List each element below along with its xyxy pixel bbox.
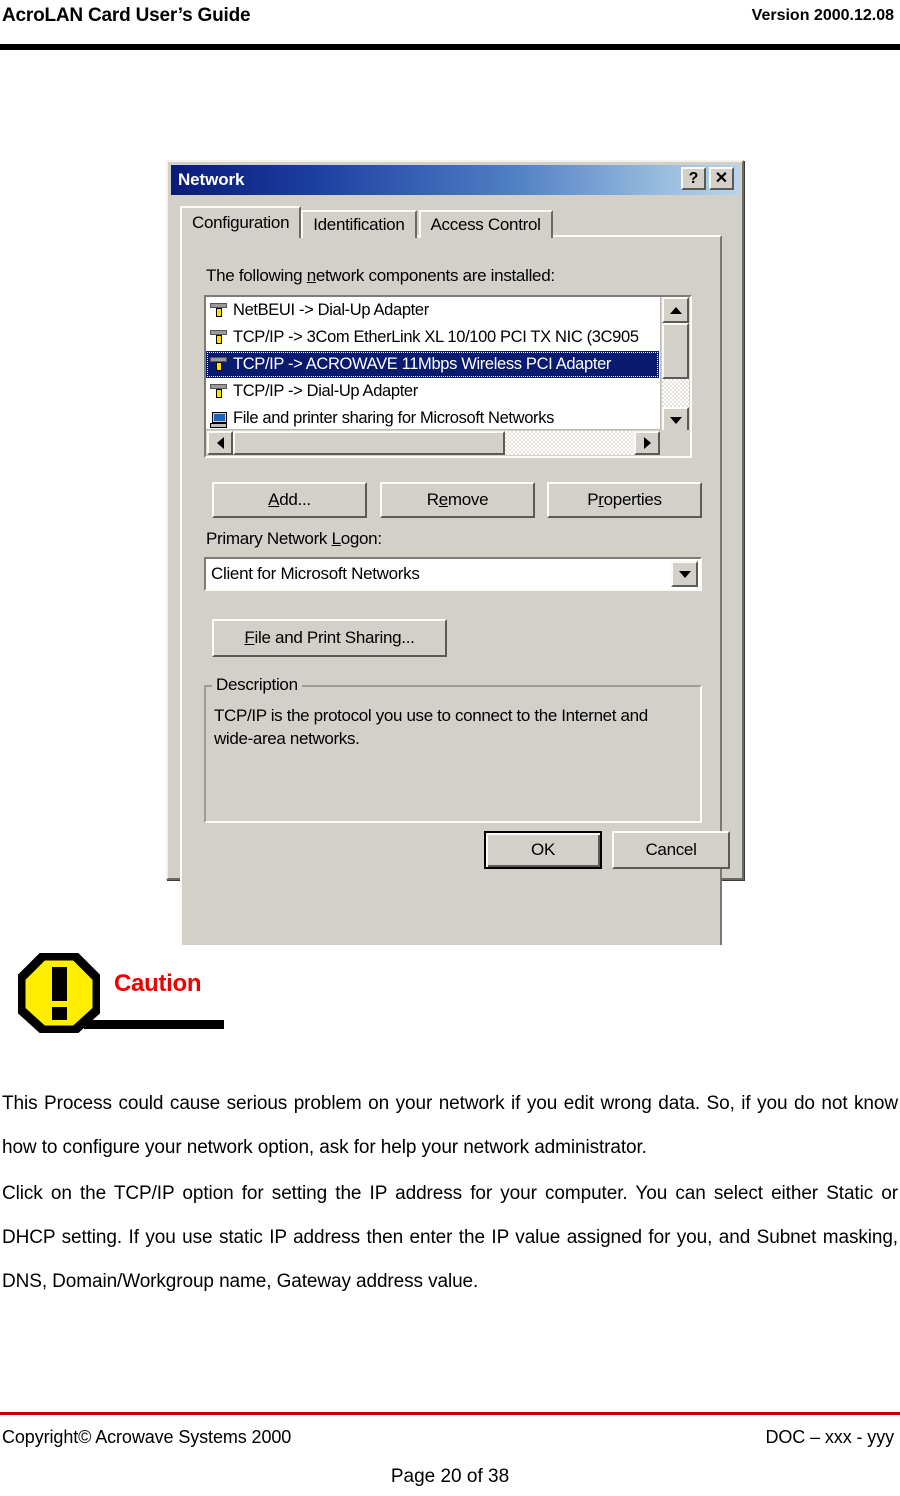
tab-access-control[interactable]: Access Control bbox=[418, 210, 553, 238]
computer-icon bbox=[209, 409, 229, 429]
warning-octagon-icon bbox=[16, 951, 102, 1035]
protocol-icon bbox=[209, 355, 229, 375]
listbox-items: NetBEUI -> Dial-Up Adapter TCP/IP -> 3Co… bbox=[206, 297, 661, 433]
properties-label-pre: P bbox=[587, 490, 599, 509]
document-version: Version 2000.12.08 bbox=[751, 7, 894, 24]
remove-label-pre: R bbox=[426, 490, 439, 509]
header-divider bbox=[0, 44, 900, 50]
logon-label-pre: Primary Network bbox=[206, 529, 332, 548]
properties-label-post: operties bbox=[603, 490, 662, 509]
scrollbar-corner bbox=[661, 430, 690, 456]
tab-identification[interactable]: Identification bbox=[301, 210, 417, 238]
combo-dropdown-button[interactable] bbox=[671, 561, 698, 587]
footer-page-number: Page 20 of 38 bbox=[390, 1466, 510, 1487]
list-item-label: TCP/IP -> Dial-Up Adapter bbox=[233, 382, 418, 400]
footer-copyright: Copyright© Acrowave Systems 2000 bbox=[2, 1427, 292, 1447]
chevron-up-icon bbox=[669, 306, 682, 314]
horizontal-scroll-thumb[interactable] bbox=[233, 431, 505, 455]
add-label-accel: A bbox=[268, 490, 280, 509]
caution-underline bbox=[84, 1020, 224, 1029]
scroll-right-button[interactable] bbox=[634, 431, 660, 455]
remove-button[interactable]: Re move bbox=[380, 482, 535, 518]
body-paragraph-2: Click on the TCP/IP option for setting t… bbox=[2, 1183, 898, 1292]
add-label-post: dd... bbox=[279, 490, 311, 509]
primary-network-logon-label: Primary Network Logon: bbox=[206, 529, 382, 549]
tab-strip: Configuration Identification Access Cont… bbox=[180, 206, 555, 238]
remove-label-accel: e bbox=[438, 490, 448, 509]
chevron-right-icon bbox=[643, 437, 651, 449]
list-item[interactable]: TCP/IP -> Dial-Up Adapter bbox=[206, 378, 661, 405]
cancel-button[interactable]: Cancel bbox=[612, 831, 730, 869]
chevron-left-icon bbox=[216, 437, 224, 449]
list-item-label: TCP/IP -> ACROWAVE 11Mbps Wireless PCI A… bbox=[233, 355, 612, 373]
sharing-label-post: ile and Print Sharing... bbox=[254, 628, 415, 647]
help-button[interactable]: ? bbox=[681, 167, 706, 190]
logon-label-post: ogon: bbox=[340, 529, 382, 548]
components-label-post: etwork components are installed: bbox=[315, 266, 555, 285]
dialog-title: Network bbox=[178, 170, 245, 189]
listbox-vertical-scrollbar[interactable] bbox=[660, 297, 690, 433]
scroll-left-button[interactable] bbox=[207, 431, 233, 455]
primary-network-logon-select[interactable]: Client for Microsoft Networks bbox=[204, 557, 702, 591]
list-item-selected[interactable]: TCP/IP -> ACROWAVE 11Mbps Wireless PCI A… bbox=[206, 351, 659, 378]
network-components-listbox[interactable]: NetBEUI -> Dial-Up Adapter TCP/IP -> 3Co… bbox=[204, 295, 692, 458]
listbox-horizontal-scrollbar[interactable] bbox=[206, 429, 661, 456]
list-item[interactable]: NetBEUI -> Dial-Up Adapter bbox=[206, 297, 661, 324]
body-paragraph-1: This Process could cause serious problem… bbox=[2, 1093, 898, 1158]
components-label: The following network components are ins… bbox=[206, 266, 555, 286]
list-item[interactable]: TCP/IP -> 3Com EtherLink XL 10/100 PCI T… bbox=[206, 324, 661, 351]
components-label-pre: The following bbox=[206, 266, 307, 285]
logon-label-accel: L bbox=[331, 529, 341, 548]
network-dialog: Network ? ✕ Configuration Identification… bbox=[166, 160, 744, 945]
vertical-scroll-thumb[interactable] bbox=[662, 323, 689, 379]
page-header: AcroLAN Card User’s Guide Version 2000.1… bbox=[0, 0, 900, 50]
chevron-down-icon bbox=[669, 416, 682, 424]
list-item-label: TCP/IP -> 3Com EtherLink XL 10/100 PCI T… bbox=[233, 328, 639, 346]
list-item-label: File and printer sharing for Microsoft N… bbox=[233, 409, 555, 427]
caution-callout: Caution bbox=[0, 948, 900, 1048]
protocol-icon bbox=[209, 301, 229, 321]
chevron-down-icon bbox=[678, 570, 691, 578]
components-label-accel: n bbox=[306, 266, 316, 285]
dialog-titlebar: Network ? ✕ bbox=[171, 165, 739, 195]
list-item-label: NetBEUI -> Dial-Up Adapter bbox=[233, 301, 429, 319]
protocol-icon bbox=[209, 382, 229, 402]
caution-label: Caution bbox=[114, 970, 202, 997]
file-and-print-sharing-button[interactable]: File and Print Sharing... bbox=[212, 619, 447, 657]
scroll-up-button[interactable] bbox=[662, 297, 689, 323]
primary-network-logon-value: Client for Microsoft Networks bbox=[211, 564, 420, 583]
sharing-label-accel: F bbox=[244, 628, 255, 647]
description-legend: Description bbox=[212, 675, 302, 695]
titlebar-buttons: ? ✕ bbox=[678, 167, 734, 190]
footer-divider bbox=[0, 1412, 900, 1415]
close-button[interactable]: ✕ bbox=[709, 167, 734, 190]
page-title: AcroLAN Card User’s Guide bbox=[2, 5, 251, 26]
footer-doc-id: DOC – xxx - yyy bbox=[765, 1427, 894, 1447]
description-text: TCP/IP is the protocol you use to connec… bbox=[214, 706, 648, 748]
list-item[interactable]: File and printer sharing for Microsoft N… bbox=[206, 405, 661, 432]
ok-button[interactable]: OK bbox=[484, 831, 602, 869]
protocol-icon bbox=[209, 328, 229, 348]
properties-button[interactable]: Pr operties bbox=[547, 482, 702, 518]
remove-label-post: move bbox=[447, 490, 489, 509]
tab-configuration[interactable]: Configuration bbox=[180, 206, 302, 238]
add-button[interactable]: Add... bbox=[212, 482, 367, 518]
